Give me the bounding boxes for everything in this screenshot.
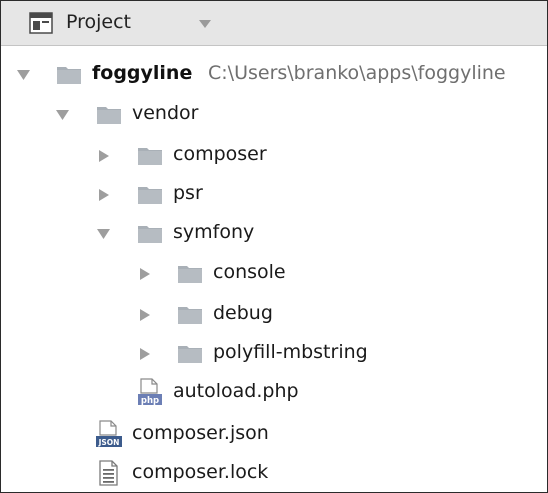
folder-icon <box>177 264 203 284</box>
tree-node-composer-lock[interactable]: composer.lock <box>1 455 547 492</box>
triangle-right-icon[interactable] <box>138 309 151 321</box>
tree-node-composer-dir[interactable]: composer <box>1 137 547 175</box>
tree-node-foggyline[interactable]: foggyline C:\Users\branko\apps\foggyline <box>1 56 547 94</box>
triangle-right-icon[interactable] <box>97 150 110 162</box>
folder-icon <box>177 305 203 325</box>
triangle-down-icon[interactable] <box>17 69 30 81</box>
project-view-icon <box>29 12 53 34</box>
folder-icon <box>56 65 82 85</box>
project-tool-window: Project foggyline C:\Users\branko\apps\f… <box>0 0 548 493</box>
text-file-icon <box>99 460 118 486</box>
php-file-icon: php <box>138 378 162 406</box>
tree-node-label: composer <box>173 143 267 165</box>
triangle-right-icon[interactable] <box>97 189 110 201</box>
tree-node-debug[interactable]: debug <box>1 296 547 334</box>
tree-node-composer-json[interactable]: JSON composer.json <box>1 416 547 454</box>
tree-node-label: debug <box>213 302 273 324</box>
tree-node-console[interactable]: console <box>1 255 547 293</box>
folder-icon <box>137 146 163 166</box>
triangle-right-icon[interactable] <box>138 348 151 360</box>
tree-node-polyfill-mbstring[interactable]: polyfill-mbstring <box>1 335 547 373</box>
tree-node-label: polyfill-mbstring <box>213 341 368 363</box>
folder-icon <box>137 224 163 244</box>
tree-node-label: composer.json <box>132 422 269 444</box>
svg-text:JSON: JSON <box>98 438 120 447</box>
tree-node-psr[interactable]: psr <box>1 176 547 214</box>
svg-text:php: php <box>141 396 159 406</box>
json-file-icon: JSON <box>96 420 122 447</box>
folder-icon <box>177 344 203 364</box>
triangle-right-icon[interactable] <box>138 268 151 280</box>
tree-node-label: symfony <box>173 221 255 243</box>
project-path: C:\Users\branko\apps\foggyline <box>208 62 506 84</box>
tree-node-vendor[interactable]: vendor <box>1 96 547 134</box>
tree-node-autoload-php[interactable]: php autoload.php <box>1 374 547 412</box>
tree-node-label: composer.lock <box>132 461 269 483</box>
chevron-down-icon[interactable] <box>199 20 211 28</box>
tree-node-label: console <box>213 261 286 283</box>
triangle-down-icon[interactable] <box>97 228 110 240</box>
panel-title[interactable]: Project <box>66 11 131 33</box>
tree-node-label: autoload.php <box>173 380 299 402</box>
triangle-down-icon[interactable] <box>56 109 69 121</box>
tree-node-label: vendor <box>132 102 199 124</box>
folder-icon <box>96 105 122 125</box>
project-panel-header: Project <box>1 1 547 46</box>
folder-icon <box>137 185 163 205</box>
tree-node-label: psr <box>173 182 203 204</box>
tree-node-label: foggyline <box>92 62 193 84</box>
tree-node-symfony[interactable]: symfony <box>1 215 547 253</box>
